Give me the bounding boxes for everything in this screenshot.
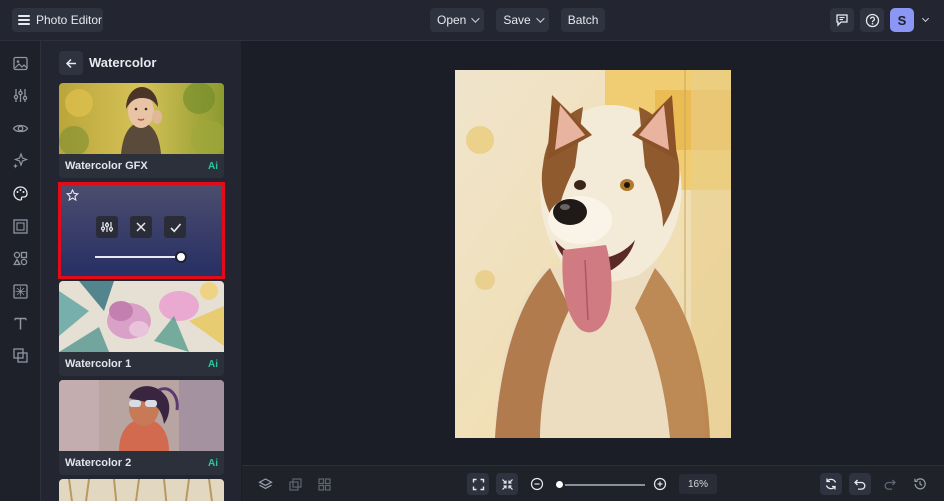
filter-thumbnail xyxy=(59,281,224,352)
overlay-icon[interactable] xyxy=(12,347,29,364)
redo-button[interactable] xyxy=(879,473,901,495)
arrow-left-icon xyxy=(65,58,76,68)
actual-size-button[interactable] xyxy=(496,473,518,495)
rotate-button[interactable] xyxy=(820,473,842,495)
top-bar: Photo Editor Open Save Batch S xyxy=(0,0,944,41)
app-title: Photo Editor xyxy=(36,13,103,27)
chevron-down-icon[interactable] xyxy=(921,14,930,23)
user-avatar[interactable]: S xyxy=(890,8,914,32)
compare-button[interactable] xyxy=(284,473,306,495)
undo-button[interactable] xyxy=(849,473,871,495)
history-button[interactable] xyxy=(909,473,931,495)
panel-title: Watercolor xyxy=(89,55,157,70)
fit-screen-icon xyxy=(472,478,484,490)
adjustments-icon xyxy=(100,222,114,232)
hamburger-icon xyxy=(18,15,30,25)
help-icon xyxy=(865,13,879,27)
filter-card-partial[interactable] xyxy=(59,479,224,501)
redo-icon xyxy=(884,479,896,490)
zoom-out-button[interactable] xyxy=(526,473,548,495)
grid-icon xyxy=(317,477,331,491)
zoom-out-icon xyxy=(530,477,544,491)
zoom-level[interactable]: 16% xyxy=(679,474,717,494)
image-icon[interactable] xyxy=(12,55,29,72)
slider-thumb[interactable] xyxy=(554,479,565,490)
filter-card-watercolor-1[interactable]: Watercolor 1 Ai xyxy=(59,281,224,376)
active-filter-card[interactable] xyxy=(58,182,225,279)
apply-filter-button[interactable] xyxy=(164,216,186,238)
save-button[interactable]: Save xyxy=(496,8,549,32)
grid-button[interactable] xyxy=(313,473,335,495)
comment-icon xyxy=(836,14,848,27)
bottom-toolbar: 16% xyxy=(242,465,944,501)
close-icon xyxy=(136,222,146,232)
text-icon[interactable] xyxy=(12,315,29,332)
back-button[interactable] xyxy=(59,51,83,75)
actual-size-icon xyxy=(501,478,513,490)
zoom-in-button[interactable] xyxy=(649,473,671,495)
filter-name: Watercolor 2 xyxy=(65,457,132,469)
rotate-icon xyxy=(825,478,837,490)
eye-icon[interactable] xyxy=(12,120,29,137)
filter-thumbnail xyxy=(59,380,224,451)
filter-thumbnail xyxy=(59,479,224,501)
tool-rail xyxy=(0,41,41,501)
zoom-in-icon xyxy=(653,477,667,491)
slider-thumb[interactable] xyxy=(175,251,187,263)
filter-name: Watercolor GFX xyxy=(65,160,148,172)
intensity-slider[interactable] xyxy=(95,251,187,263)
check-icon xyxy=(169,222,181,232)
feedback-button[interactable] xyxy=(830,8,854,32)
filter-card-watercolor-2[interactable]: Watercolor 2 Ai xyxy=(59,380,224,475)
help-button[interactable] xyxy=(860,8,884,32)
filter-panel: Watercolor Watercolor GFX Ai Watercolor … xyxy=(41,41,241,501)
adjustments-icon[interactable] xyxy=(12,87,29,104)
palette-icon[interactable] xyxy=(12,185,29,202)
layers-icon xyxy=(257,477,273,489)
main-menu-button[interactable]: Photo Editor xyxy=(12,8,103,32)
frame-icon[interactable] xyxy=(12,218,29,235)
zoom-slider[interactable] xyxy=(554,479,645,490)
chevron-down-icon xyxy=(471,14,481,23)
open-button[interactable]: Open xyxy=(430,8,485,32)
filter-card-watercolor-gfx[interactable]: Watercolor GFX Ai xyxy=(59,83,224,178)
sparkle-icon[interactable] xyxy=(12,152,29,169)
chevron-down-icon xyxy=(535,14,545,23)
ai-badge: Ai xyxy=(208,358,218,370)
compare-icon xyxy=(288,477,302,491)
undo-icon xyxy=(854,479,866,490)
filter-settings-button[interactable] xyxy=(96,216,118,238)
fit-screen-button[interactable] xyxy=(467,473,489,495)
ai-badge: Ai xyxy=(208,457,218,469)
history-icon xyxy=(914,478,926,490)
cancel-filter-button[interactable] xyxy=(130,216,152,238)
ai-badge: Ai xyxy=(208,160,218,172)
filter-thumbnail xyxy=(59,83,224,154)
texture-icon[interactable] xyxy=(12,283,29,300)
editor-canvas[interactable] xyxy=(242,41,944,465)
layers-button[interactable] xyxy=(254,473,276,495)
star-icon[interactable] xyxy=(66,189,79,202)
shapes-icon[interactable] xyxy=(12,250,29,267)
batch-button[interactable]: Batch xyxy=(560,8,606,32)
edited-photo[interactable] xyxy=(455,70,731,438)
filter-name: Watercolor 1 xyxy=(65,358,132,370)
